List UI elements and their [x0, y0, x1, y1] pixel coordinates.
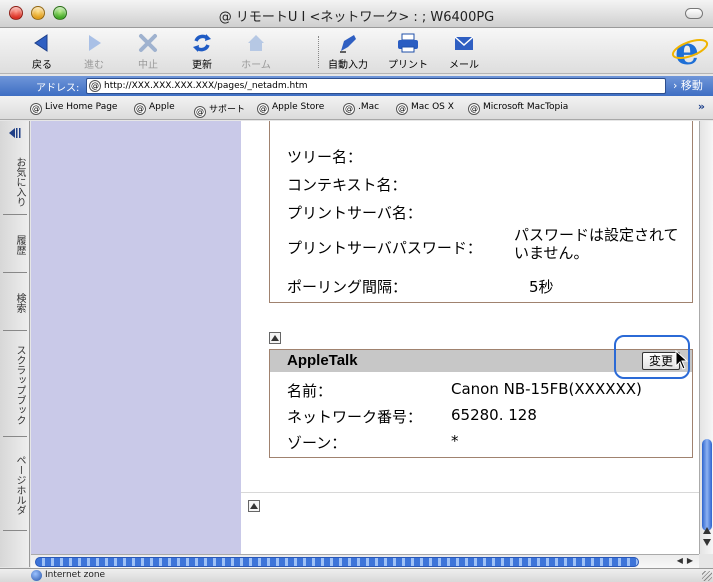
zone-value: * — [451, 432, 459, 450]
go-arrow-icon: › — [673, 79, 678, 92]
autofill-button[interactable]: 自動入力 — [320, 31, 376, 71]
vertical-scroll-thumb[interactable] — [702, 439, 712, 531]
forward-button[interactable]: 進む — [66, 31, 122, 71]
title-bar: @ リモートU I <ネットワーク> : ; W6400PG — [0, 0, 713, 28]
favorite-icon: @ — [257, 103, 269, 115]
mail-icon — [454, 36, 474, 50]
horizontal-scroll-thumb[interactable] — [35, 557, 639, 567]
mail-label: メール — [449, 60, 479, 71]
stop-label: 中止 — [138, 60, 158, 71]
horizontal-scroll-arrows[interactable]: ◀▶ — [663, 556, 697, 568]
side-tab-search[interactable]: 検索 — [3, 275, 27, 331]
forward-arrow-icon — [89, 35, 101, 51]
home-icon — [248, 35, 264, 51]
favorite-icon: @ — [343, 103, 355, 115]
back-arrow-icon — [34, 34, 48, 52]
printer-icon — [398, 33, 418, 53]
favorite-live-home-page[interactable]: @ Live Home Page — [30, 102, 117, 115]
status-bar: Internet zone — [0, 568, 713, 582]
zone-label: ゾーン： — [287, 434, 347, 452]
side-tab-history[interactable]: 履歴 — [3, 217, 27, 273]
window-title: @ リモートU I <ネットワーク> : ; W6400PG — [218, 10, 495, 25]
go-label: 移動 — [680, 79, 703, 92]
go-button[interactable]: › 移動 — [669, 76, 713, 96]
stop-button[interactable]: 中止 — [120, 31, 176, 71]
netware-settings-section: ツリー名： コンテキスト名： プリントサーバ名： プリントサーバパスワード： パ… — [269, 121, 693, 303]
refresh-label: 更新 — [192, 60, 212, 71]
forward-label: 進む — [84, 60, 104, 71]
tree-name-label: ツリー名： — [287, 148, 363, 166]
side-tab-page-holder[interactable]: ページホルダ — [3, 439, 27, 531]
explorer-bar-tabs: お気に入り 履歴 検索 スクラップブック ページホルダ — [0, 121, 30, 567]
side-tab-scrapbook[interactable]: スクラップブック — [3, 333, 27, 437]
favorite-icon: @ — [134, 103, 146, 115]
favorite-icon: @ — [396, 103, 408, 115]
polling-interval-label: ポーリング間隔： — [287, 278, 408, 296]
scroll-up-arrow-icon[interactable] — [703, 527, 711, 534]
toolbar-separator — [318, 36, 319, 68]
appletalk-name-label: 名前： — [287, 382, 333, 400]
refresh-button[interactable]: 更新 — [174, 31, 230, 71]
favorite-mac-os-x[interactable]: @ Mac OS X — [396, 102, 454, 115]
print-server-name-label: プリントサーバ名： — [287, 204, 422, 222]
print-label: プリント — [388, 60, 428, 71]
polling-interval-value: 5秒 — [529, 278, 554, 296]
page-icon: @ — [89, 80, 101, 92]
autofill-label: 自動入力 — [328, 60, 368, 71]
status-text: Internet zone — [45, 570, 106, 580]
address-bar: アドレス: @ http://XXX.XXX.XXX.XXX/pages/_ne… — [0, 76, 713, 96]
autofill-icon — [340, 35, 356, 53]
back-label: 戻る — [32, 60, 52, 71]
up-triangle-icon — [250, 503, 258, 509]
toolbar-toggle-button[interactable] — [685, 8, 703, 19]
back-button[interactable]: 戻る — [14, 31, 70, 71]
print-button[interactable]: プリント — [380, 31, 436, 71]
network-number-label: ネットワーク番号： — [287, 408, 423, 426]
up-triangle-icon — [271, 335, 279, 341]
print-server-password-value: パスワードは設定されて いません。 — [514, 226, 679, 262]
appletalk-name-value: Canon NB-15FB(XXXXXX) — [451, 380, 642, 398]
web-content: ツリー名： コンテキスト名： プリントサーバ名： プリントサーバパスワード： パ… — [31, 121, 699, 554]
resize-grip[interactable] — [702, 571, 712, 581]
mouse-pointer-icon — [675, 350, 689, 370]
favorite-microsoft-mactopia[interactable]: @ Microsoft MacTopia — [468, 102, 568, 115]
favorite-apple[interactable]: @ Apple — [134, 102, 175, 115]
refresh-icon — [193, 34, 211, 52]
favorite-icon: @ — [30, 103, 42, 115]
favorites-overflow-button[interactable]: » — [698, 100, 705, 113]
address-url: http://XXX.XXX.XXX.XXX/pages/_netadm.htm — [104, 81, 308, 91]
globe-icon — [31, 570, 42, 581]
context-name-label: コンテキスト名： — [287, 176, 407, 194]
stop-x-icon — [139, 34, 157, 52]
side-tab-favorites[interactable]: お気に入り — [3, 149, 27, 215]
vertical-scrollbar[interactable] — [699, 121, 713, 554]
scroll-to-top-button[interactable] — [269, 332, 281, 344]
favorite-icon: @ — [194, 106, 206, 118]
home-button[interactable]: ホーム — [228, 31, 284, 71]
favorite-icon: @ — [468, 103, 480, 115]
svg-text:e: e — [675, 31, 699, 69]
home-label: ホーム — [241, 60, 271, 71]
network-number-value: 65280. 128 — [451, 406, 537, 424]
address-input[interactable]: @ http://XXX.XXX.XXX.XXX/pages/_netadm.h… — [86, 78, 666, 94]
scroll-down-arrow-icon[interactable] — [703, 539, 711, 546]
print-server-password-label: プリントサーバパスワード： — [287, 239, 482, 257]
favorites-bar: @ Live Home Page @ Apple @ サポート @ Apple Stor… — [0, 96, 713, 120]
address-label: アドレス: — [36, 83, 80, 94]
mail-button[interactable]: メール — [436, 31, 492, 71]
favorite-dot-mac[interactable]: @ .Mac — [343, 102, 379, 115]
favorite-apple-store[interactable]: @ Apple Store — [257, 102, 324, 115]
appletalk-title: AppleTalk — [287, 352, 358, 369]
horizontal-scrollbar[interactable]: ◀▶ — [31, 554, 699, 568]
browser-toolbar: 戻る 進む 中止 更新 ホーム 自動入力 プリント メール e — [0, 28, 713, 74]
explorer-bar-toggle-icon[interactable] — [9, 128, 21, 138]
content-divider — [241, 492, 699, 493]
navigation-pane — [31, 121, 241, 554]
favorite-support[interactable]: @ サポート — [194, 102, 245, 118]
scroll-to-top-button-bottom[interactable] — [248, 500, 260, 512]
internet-explorer-logo-icon: e — [671, 31, 709, 69]
